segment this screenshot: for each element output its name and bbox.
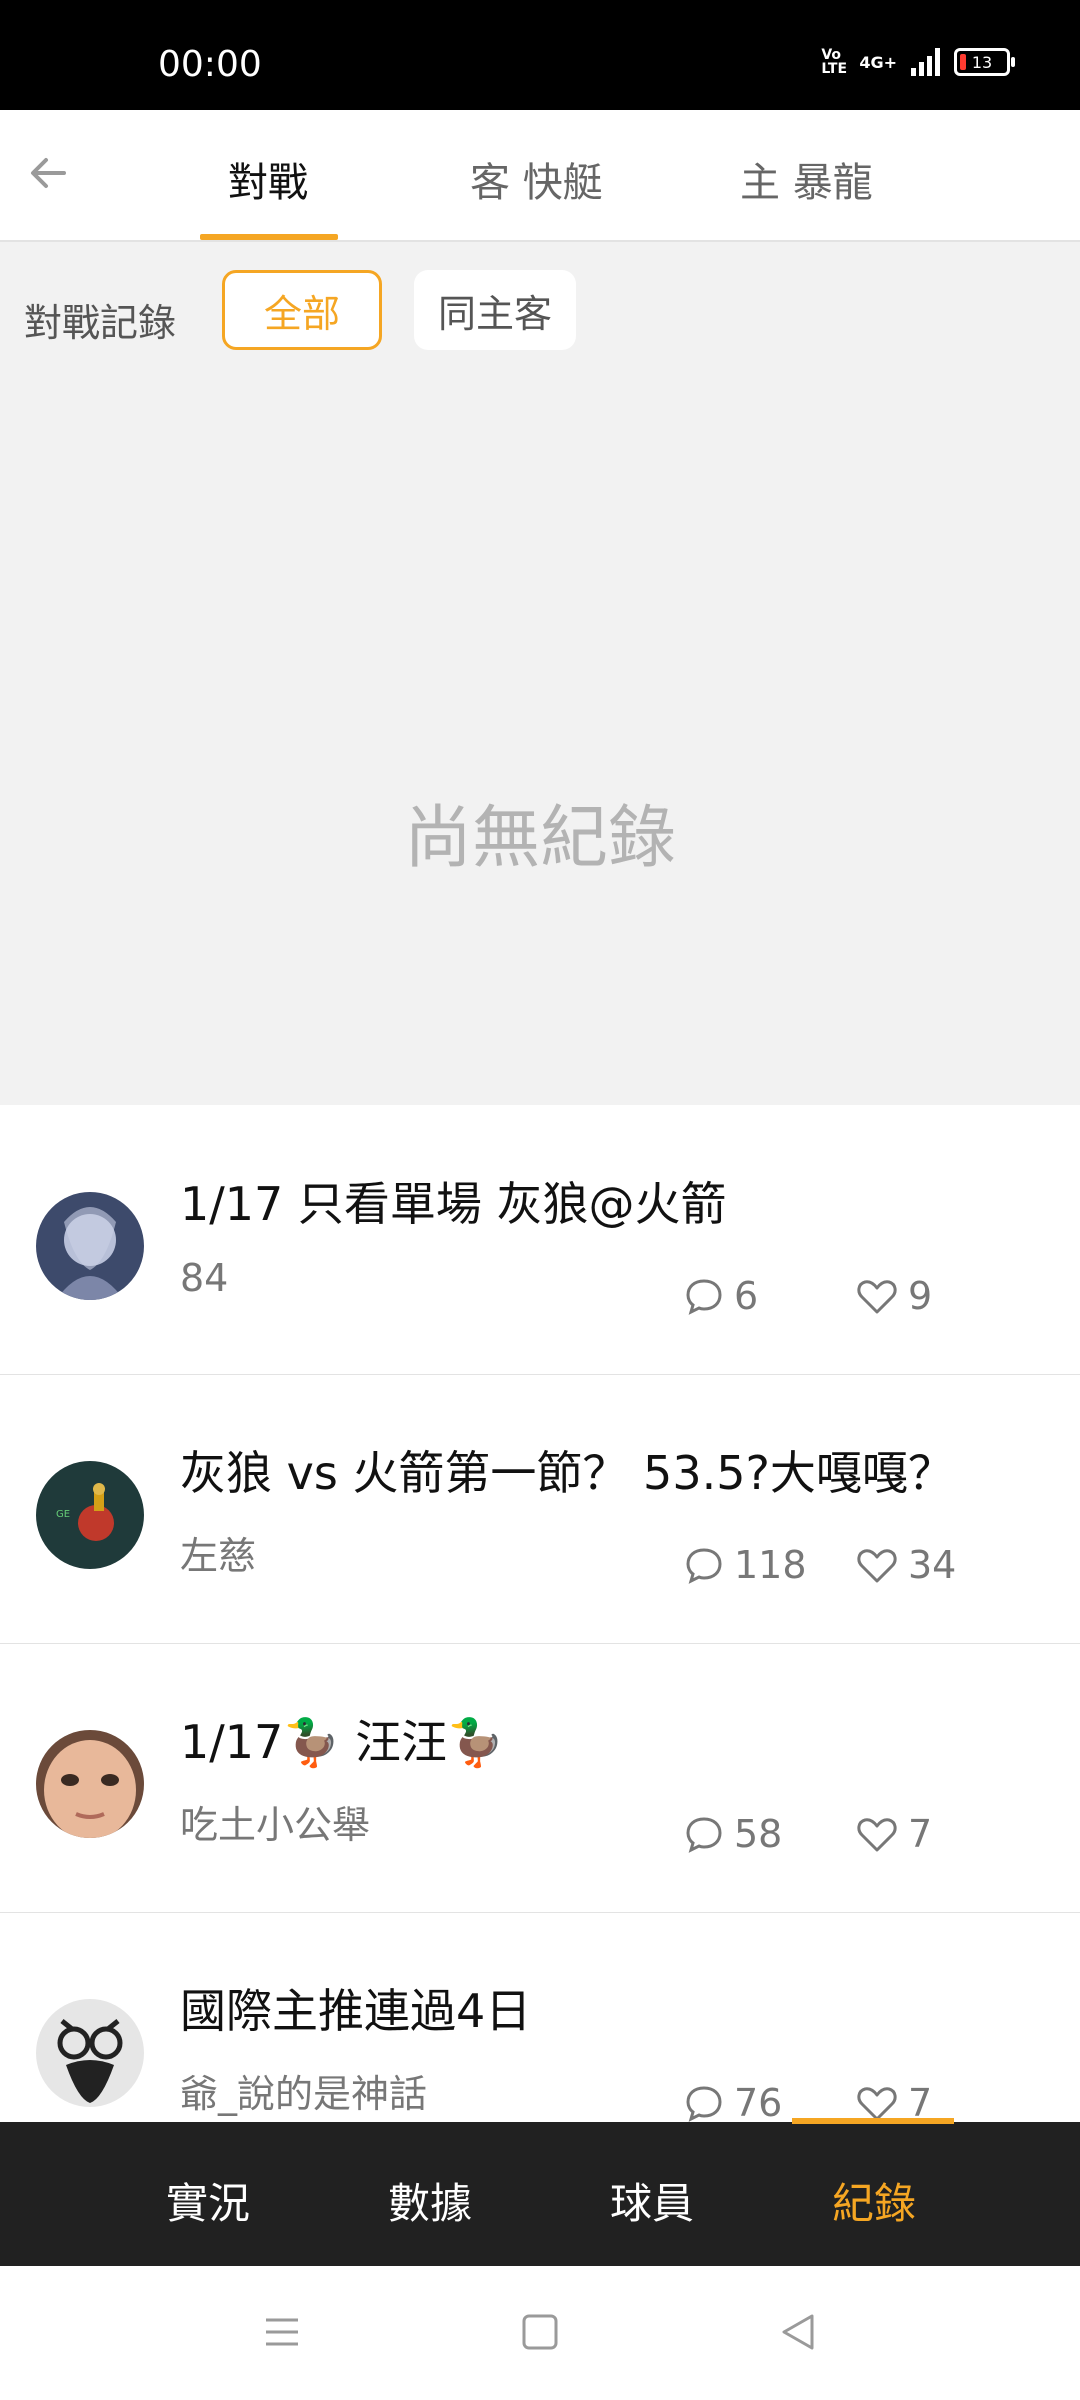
comment-bubble-icon	[686, 1548, 722, 1584]
heart-icon	[857, 1818, 897, 1852]
bottom-tab-live[interactable]: 實況	[166, 2170, 250, 2231]
empty-state-text: 尚無紀錄	[403, 799, 676, 878]
comment-count-value: 6	[734, 1274, 759, 1318]
avatar[interactable]	[36, 1999, 144, 2107]
back-arrow-icon[interactable]	[24, 148, 74, 198]
comment-count[interactable]: 58	[684, 1812, 782, 1856]
like-count[interactable]: 34	[856, 1543, 956, 1587]
like-count-value: 7	[908, 1812, 933, 1856]
battery-icon: 13	[954, 48, 1015, 76]
post-author: 84	[180, 1256, 229, 1300]
like-count[interactable]: 7	[856, 1812, 932, 1856]
post-title[interactable]: 1/17 只看單場 灰狼@火箭	[180, 1168, 727, 1234]
top-nav: 對戰 客 快艇 主 暴龍	[0, 110, 1080, 242]
volte-indicator: Vo LTE	[821, 47, 848, 77]
comment-count-value: 58	[734, 1812, 783, 1856]
status-icons: Vo LTE 4G+ 13	[821, 47, 1015, 77]
post-author: 爺_說的是神話	[180, 2072, 428, 2116]
post-item[interactable]: 1/17 只看單場 灰狼@火箭 84 6 9	[0, 1106, 1080, 1376]
comment-count[interactable]: 76	[684, 2081, 782, 2125]
heart-icon	[857, 2087, 897, 2121]
active-tab-indicator	[200, 234, 338, 240]
svg-text:GE: GE	[56, 1509, 70, 1520]
tab-home-team[interactable]: 主 暴龍	[740, 150, 873, 208]
bottom-tab-stats[interactable]: 數據	[388, 2170, 472, 2231]
comment-count[interactable]: 118	[684, 1543, 807, 1587]
like-count-value: 9	[908, 1274, 933, 1318]
comment-count-value: 76	[734, 2081, 783, 2125]
comment-bubble-icon	[686, 2086, 722, 2122]
tab-away-team[interactable]: 客 快艇	[470, 150, 603, 208]
post-title[interactable]: 灰狼 vs 火箭第一節？ 53.5?大嘎嘎？	[180, 1437, 954, 1503]
matchup-records: 對戰記錄 全部 同主客 尚無紀錄	[0, 242, 1080, 1105]
filter-chip-all[interactable]: 全部	[222, 270, 382, 350]
status-bar: 00:00 Vo LTE 4G+ 13	[0, 0, 1080, 110]
comment-count[interactable]: 6	[684, 1274, 758, 1318]
avatar[interactable]	[36, 1730, 144, 1838]
avatar[interactable]	[36, 1192, 144, 1300]
home-square-icon[interactable]	[520, 2312, 560, 2352]
signal-icon	[911, 48, 940, 76]
bottom-tab-records[interactable]: 紀錄	[832, 2170, 916, 2231]
filter-chip-same-home-away[interactable]: 同主客	[414, 270, 576, 350]
post-item[interactable]: GE 灰狼 vs 火箭第一節？ 53.5?大嘎嘎？ 左慈 118 34	[0, 1375, 1080, 1645]
network-type: 4G+	[859, 52, 897, 72]
tab-matchup[interactable]: 對戰	[228, 150, 308, 208]
status-time: 00:00	[158, 44, 262, 85]
comment-count-value: 118	[734, 1543, 807, 1587]
like-count[interactable]: 9	[856, 1274, 932, 1318]
battery-level: 13	[971, 52, 993, 72]
back-triangle-icon[interactable]	[778, 2312, 818, 2352]
post-item[interactable]: 1/17🦆 汪汪🦆 吃土小公舉 58 7	[0, 1644, 1080, 1914]
post-title[interactable]: 國際主推連過4日	[180, 1975, 531, 2041]
avatar[interactable]: GE	[36, 1461, 144, 1569]
post-author: 左慈	[180, 1534, 257, 1578]
heart-icon	[857, 1280, 897, 1314]
system-nav-bar	[0, 2266, 1080, 2400]
like-count-value: 34	[908, 1543, 957, 1587]
filter-label: 對戰記錄	[24, 301, 177, 345]
bottom-tab-bar: 實況 數據 球員 紀錄	[0, 2118, 1080, 2266]
post-author: 吃土小公舉	[180, 1803, 371, 1847]
heart-icon	[857, 1549, 897, 1583]
post-title[interactable]: 1/17🦆 汪汪🦆	[180, 1706, 504, 1772]
bottom-tab-players[interactable]: 球員	[610, 2170, 694, 2231]
comment-bubble-icon	[686, 1817, 722, 1853]
comment-bubble-icon	[686, 1279, 722, 1315]
menu-icon[interactable]	[262, 2312, 302, 2352]
active-bottom-tab-indicator	[792, 2118, 954, 2124]
